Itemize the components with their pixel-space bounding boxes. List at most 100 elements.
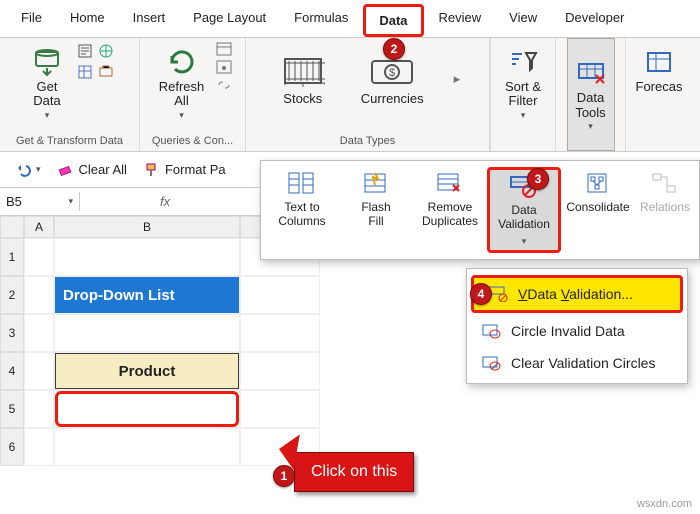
cell-a4[interactable] <box>24 352 54 390</box>
consolidate-button[interactable]: Consolidate <box>561 167 635 253</box>
data-types-more-icon[interactable]: ▸ <box>454 71 461 87</box>
cell-c4[interactable] <box>240 352 320 390</box>
cell-a3[interactable] <box>24 314 54 352</box>
from-web-icon[interactable] <box>97 42 115 60</box>
chevron-down-icon: ▾ <box>521 111 526 121</box>
recent-sources-icon[interactable] <box>97 63 115 81</box>
flash-fill-label: Flash Fill <box>361 201 390 229</box>
cell-b1[interactable] <box>54 238 240 276</box>
flash-fill-button[interactable]: Flash Fill <box>339 167 413 253</box>
menu-clear-circles[interactable]: Clear Validation Circles <box>467 347 687 379</box>
text-to-columns-button[interactable]: Text to Columns <box>265 167 339 253</box>
chevron-down-icon: ▾ <box>179 111 184 121</box>
cell-c2[interactable] <box>240 276 320 314</box>
row-header-2[interactable]: 2 <box>0 276 24 314</box>
sort-filter-label: Sort & Filter <box>505 80 541 109</box>
stocks-label: Stocks <box>283 92 322 106</box>
cell-a5[interactable] <box>24 390 54 428</box>
queries-icon[interactable] <box>216 42 232 56</box>
sort-filter-icon <box>506 46 540 78</box>
forecast-label: Forecas <box>636 80 683 94</box>
name-box-value: B5 <box>6 194 22 209</box>
relationships-button: Relations <box>635 167 695 253</box>
sort-filter-button[interactable]: Sort & Filter ▾ <box>499 42 547 124</box>
remove-duplicates-label: Remove Duplicates <box>422 201 478 229</box>
data-validation-button[interactable]: Data Validation ▾ <box>487 167 561 253</box>
menu-circle-invalid[interactable]: Circle Invalid Data <box>467 315 687 347</box>
consolidate-icon <box>583 171 613 197</box>
tab-data[interactable]: Data <box>363 4 423 37</box>
cell-b6[interactable] <box>54 428 240 466</box>
format-painter-button[interactable]: Format Pa <box>139 160 230 180</box>
row-header-5[interactable]: 5 <box>0 390 24 428</box>
fx-label[interactable]: fx <box>150 194 180 209</box>
select-all-corner[interactable] <box>0 216 24 238</box>
tab-view[interactable]: View <box>496 4 550 37</box>
cell-b2[interactable]: Drop-Down List <box>54 276 240 314</box>
cell-b4[interactable]: Product <box>54 352 240 390</box>
col-header-a[interactable]: A <box>24 216 54 238</box>
refresh-icon <box>165 46 199 78</box>
tab-developer[interactable]: Developer <box>552 4 637 37</box>
remove-duplicates-button[interactable]: Remove Duplicates <box>413 167 487 253</box>
data-tools-label: Data Tools <box>575 91 605 120</box>
refresh-all-button[interactable]: Refresh All ▾ <box>153 42 211 124</box>
get-data-icon <box>30 46 64 78</box>
tab-home[interactable]: Home <box>57 4 118 37</box>
chevron-down-icon: ▾ <box>45 111 50 121</box>
tab-file[interactable]: File <box>8 4 55 37</box>
data-tools-button[interactable]: Data Tools ▾ <box>567 38 615 151</box>
paintbrush-icon <box>143 162 161 178</box>
undo-button[interactable]: ▾ <box>10 160 45 180</box>
data-tools-gallery: Text to Columns Flash Fill Remove Duplic… <box>260 160 700 260</box>
relationships-label: Relations <box>640 201 690 215</box>
forecast-button[interactable]: Forecas <box>630 42 689 98</box>
menu-circle-invalid-label: Circle Invalid Data <box>511 323 625 339</box>
chevron-down-icon: ▾ <box>588 122 593 132</box>
eraser-icon <box>57 162 75 178</box>
row-header-6[interactable]: 6 <box>0 428 24 466</box>
consolidate-label: Consolidate <box>566 201 629 215</box>
svg-text:$: $ <box>389 67 395 79</box>
cell-c3[interactable] <box>240 314 320 352</box>
tab-review[interactable]: Review <box>426 4 495 37</box>
cell-a6[interactable] <box>24 428 54 466</box>
group-get-transform-label: Get & Transform Data <box>16 135 123 149</box>
data-tools-icon <box>574 57 608 89</box>
row-header-4[interactable]: 4 <box>0 352 24 390</box>
cell-c5[interactable] <box>240 390 320 428</box>
data-validation-submenu: VData Validation...Data Validation... Ci… <box>466 268 688 384</box>
circle-invalid-icon <box>481 322 501 340</box>
tab-insert[interactable]: Insert <box>120 4 179 37</box>
annotation-badge-2: 2 <box>383 38 405 60</box>
remove-duplicates-icon <box>435 171 465 197</box>
product-input-cell[interactable] <box>55 391 239 427</box>
from-table-icon[interactable] <box>76 63 94 81</box>
menu-data-validation[interactable]: VData Validation...Data Validation... <box>471 275 683 313</box>
row-header-1[interactable]: 1 <box>0 238 24 276</box>
cell-a2[interactable] <box>24 276 54 314</box>
ribbon-tabs: File Home Insert Page Layout Formulas Da… <box>0 0 700 38</box>
cell-b3[interactable] <box>54 314 240 352</box>
tab-formulas[interactable]: Formulas <box>281 4 361 37</box>
watermark: wsxdn.com <box>637 498 692 510</box>
currencies-label: Currencies <box>361 92 424 106</box>
col-header-b[interactable]: B <box>54 216 240 238</box>
cell-b5[interactable] <box>54 390 240 428</box>
clear-all-button[interactable]: Clear All <box>53 160 131 180</box>
row-header-3[interactable]: 3 <box>0 314 24 352</box>
properties-icon[interactable] <box>216 60 232 74</box>
tab-page-layout[interactable]: Page Layout <box>180 4 279 37</box>
annotation-badge-3: 3 <box>527 168 549 190</box>
from-text-icon[interactable] <box>76 42 94 60</box>
name-box[interactable]: B5 ▾ <box>0 192 80 211</box>
edit-links-icon[interactable] <box>216 78 232 92</box>
chevron-down-icon: ▾ <box>68 196 73 207</box>
stocks-button[interactable]: Stocks <box>275 48 331 110</box>
data-validation-label: Data Validation <box>498 204 550 232</box>
get-data-button[interactable]: Get Data ▾ <box>24 42 70 124</box>
annotation-badge-1: 1 <box>273 465 295 487</box>
cell-a1[interactable] <box>24 238 54 276</box>
drop-down-list-title: Drop-Down List <box>55 277 239 313</box>
annotation-callout: Click on this <box>294 452 414 492</box>
